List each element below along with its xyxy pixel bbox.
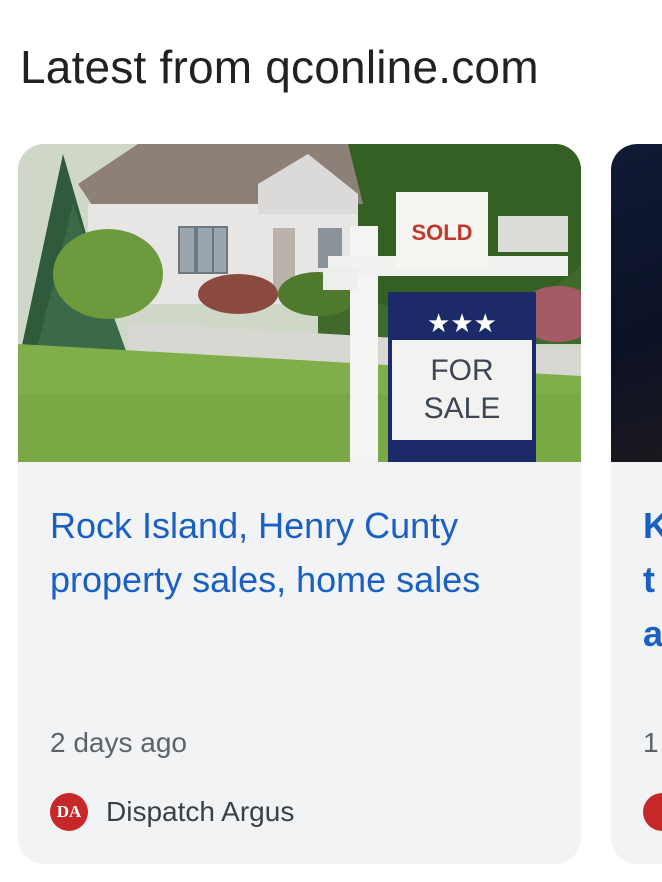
house-for-sale-image: SOLD ★★★ FOR SALE bbox=[18, 144, 581, 462]
article-headline[interactable]: K t a bbox=[643, 499, 662, 661]
article-carousel[interactable]: SOLD ★★★ FOR SALE Rock Island, Henry Cun… bbox=[0, 0, 662, 882]
source-logo-icon bbox=[643, 793, 662, 831]
article-card[interactable]: K t a 1 bbox=[611, 144, 662, 864]
for-text: FOR bbox=[430, 354, 493, 387]
sale-text: SALE bbox=[424, 392, 501, 425]
article-age: 2 days ago bbox=[50, 727, 187, 758]
article-headline[interactable]: Rock Island, Henry Cunty property sales,… bbox=[50, 499, 560, 607]
stars-text: ★★★ bbox=[427, 308, 497, 338]
source-name: Dispatch Argus bbox=[106, 796, 295, 827]
article-thumbnail[interactable]: SOLD ★★★ FOR SALE bbox=[18, 144, 581, 462]
article-card[interactable]: SOLD ★★★ FOR SALE Rock Island, Henry Cun… bbox=[18, 144, 581, 864]
article-thumbnail[interactable] bbox=[611, 144, 662, 462]
sold-rider-text: SOLD bbox=[411, 220, 472, 245]
article-age: 1 bbox=[643, 727, 659, 758]
article-source: DA Dispatch Argus bbox=[50, 792, 294, 832]
news-carousel-page: Latest from qconline.com SOLD ★★★ FOR SA… bbox=[0, 0, 662, 882]
dispatch-argus-logo-icon: DA bbox=[50, 793, 88, 831]
